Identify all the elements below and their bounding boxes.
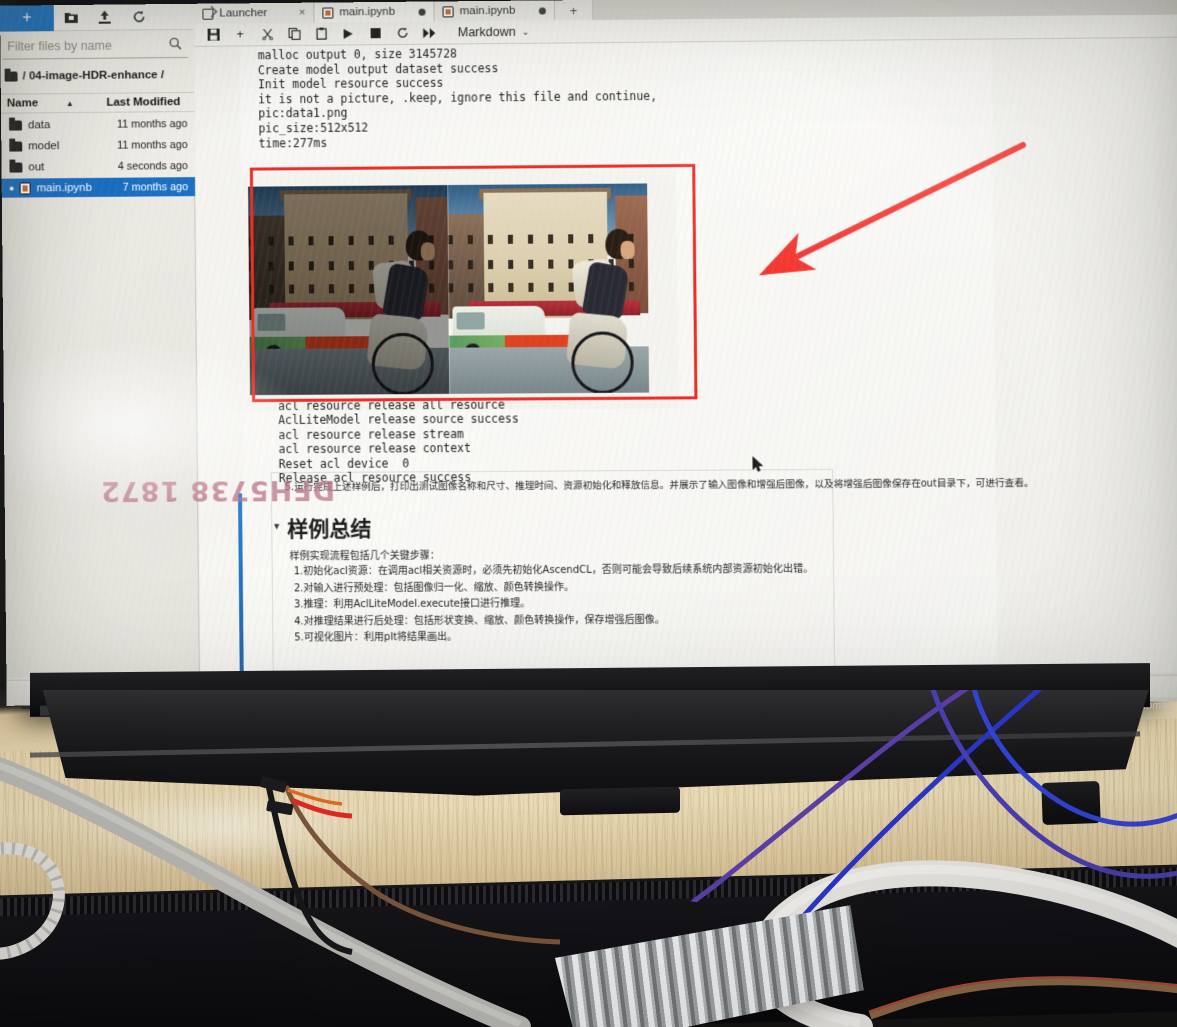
file-name-cell: data: [1, 119, 101, 132]
file-row-model[interactable]: model 11 months ago: [1, 135, 195, 157]
cut-icon[interactable]: [254, 24, 279, 45]
column-header-name[interactable]: Name ▲: [1, 97, 93, 110]
braided-white-cable: [0, 842, 65, 960]
monitor-screen: + Filter files by name / 04-image-HDR-en…: [0, 0, 1177, 706]
file-modified-cell: 11 months ago: [117, 139, 188, 152]
notebook-icon: [19, 182, 31, 195]
file-row-data[interactable]: data 11 months ago: [1, 114, 195, 136]
active-cell-indicator: [237, 493, 244, 674]
refresh-icon[interactable]: [122, 4, 156, 30]
markdown-heading: 样例总结: [287, 516, 372, 542]
chevron-down-icon[interactable]: ⌄: [522, 26, 530, 37]
restart-kernel-icon[interactable]: [390, 22, 415, 43]
tab-label: Launcher: [219, 7, 268, 20]
screen-watermark-reflection: DFH5738 1872: [100, 473, 336, 507]
stop-icon[interactable]: [363, 22, 388, 43]
file-filter-placeholder: Filter files by name: [7, 38, 112, 54]
file-modified-cell: 4 seconds ago: [117, 160, 188, 173]
unsaved-dot-icon[interactable]: [418, 8, 426, 16]
ribbon-cable: [868, 976, 1177, 1020]
file-name-label: model: [28, 140, 60, 153]
file-modified-cell: 11 months ago: [116, 118, 188, 131]
new-launcher-button[interactable]: +: [0, 4, 54, 32]
markdown-intro: 样例实现流程包括几个关键步骤：: [289, 550, 440, 563]
column-header-last-modified[interactable]: Last Modified: [92, 96, 194, 109]
file-name-label: main.ipynb: [36, 181, 93, 195]
purple-jumper-wire-2: [930, 690, 1177, 879]
chevron-down-icon[interactable]: ▼: [272, 521, 281, 531]
tab-main-ipynb-1[interactable]: main.ipynb: [314, 1, 435, 23]
file-list-header: Name ▲ Last Modified: [0, 91, 195, 114]
file-name-cell: model: [1, 140, 101, 153]
cell-type-select[interactable]: Markdown ⌄: [458, 25, 530, 40]
sort-ascending-icon[interactable]: ▲: [66, 99, 74, 108]
markdown-step: 1.初始化acl资源：在调用acl相关资源时，必须先初始化AscendCL，否则…: [293, 563, 814, 578]
paste-icon[interactable]: [308, 23, 333, 44]
breadcrumb-path: / 04-image-HDR-enhance /: [22, 69, 165, 83]
brown-jumper-wire: [283, 785, 561, 945]
restart-run-all-icon[interactable]: [417, 22, 442, 43]
tab-label: main.ipynb: [459, 4, 516, 18]
folder-icon: [9, 162, 23, 173]
dupont-connector: [259, 776, 287, 793]
launcher-icon: [202, 8, 214, 20]
file-browser-empty-area: [1, 196, 200, 678]
mouse-cursor: [752, 456, 764, 472]
tab-main-ipynb-2[interactable]: main.ipynb: [434, 0, 556, 22]
markdown-step: 5.可视化图片：利用plt将结果画出。: [294, 631, 458, 644]
markdown-steps: 1.初始化acl资源：在调用acl相关资源时，必须先初始化AscendCL，否则…: [294, 562, 817, 647]
folder-icon: [9, 120, 23, 131]
folder-icon: [4, 71, 18, 82]
tab-launcher[interactable]: Launcher ×: [194, 2, 315, 24]
cell-type-value: Markdown: [457, 24, 516, 40]
copy-icon[interactable]: [281, 23, 306, 44]
add-cell-icon[interactable]: +: [228, 24, 253, 45]
new-tab-button[interactable]: +: [554, 0, 594, 21]
file-filter-input[interactable]: Filter files by name: [2, 33, 188, 60]
blue-jumper-wire: [779, 690, 1043, 949]
tab-label: main.ipynb: [339, 5, 396, 19]
dupont-connector: [266, 800, 294, 816]
breadcrumb[interactable]: / 04-image-HDR-enhance /: [4, 65, 195, 87]
save-icon[interactable]: [201, 24, 226, 45]
folder-icon: [9, 141, 23, 152]
red-arrow-annotation: [732, 127, 1047, 291]
run-icon[interactable]: [335, 23, 360, 44]
file-modified-cell: 7 months ago: [122, 181, 189, 194]
screenshot-root: + Filter files by name / 04-image-HDR-en…: [0, 0, 1177, 1027]
file-name-label: data: [27, 119, 51, 132]
dupont-connector: [682, 900, 706, 917]
file-browser-toolbar: +: [0, 3, 194, 32]
red-highlight-box: [249, 163, 698, 403]
unsaved-dot-icon[interactable]: [538, 6, 546, 15]
upload-icon[interactable]: [88, 4, 122, 30]
column-label-name: Name: [6, 97, 39, 110]
search-icon[interactable]: [169, 36, 183, 52]
file-row-out[interactable]: out 4 seconds ago: [1, 156, 195, 178]
notebook-icon: [322, 6, 334, 19]
close-icon[interactable]: ×: [299, 7, 306, 19]
new-folder-icon[interactable]: [54, 4, 88, 30]
file-name-label: out: [28, 161, 45, 174]
file-name-cell: main.ipynb: [2, 182, 102, 195]
file-name-cell: out: [1, 161, 101, 174]
jupyterlab-app: + Filter files by name / 04-image-HDR-en…: [0, 0, 1177, 706]
notebook-icon: [442, 5, 454, 17]
unsaved-dot-icon: [9, 186, 14, 191]
